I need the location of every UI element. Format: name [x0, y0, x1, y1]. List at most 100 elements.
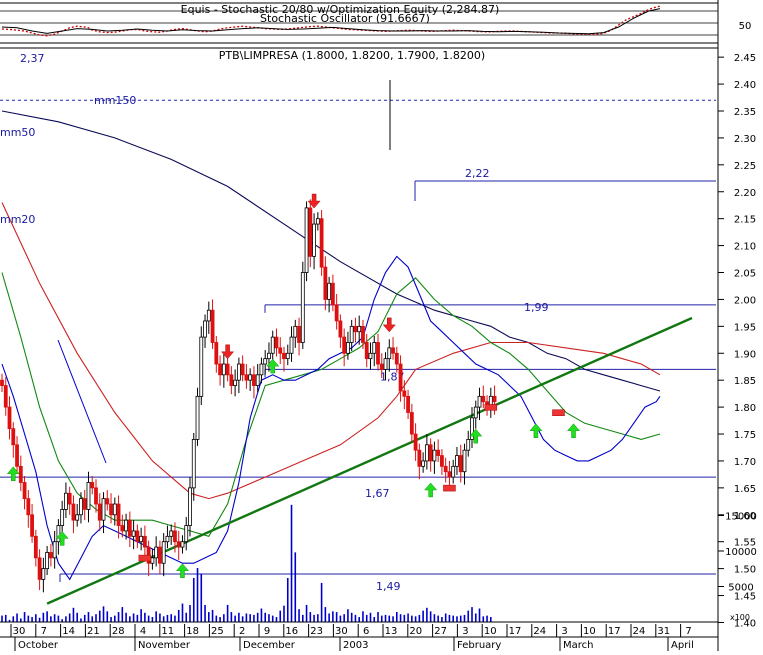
candle-body-120: [451, 465, 456, 478]
candle-body-18: [67, 492, 72, 505]
candle-body-52: [195, 395, 200, 440]
candle-body-119: [447, 471, 452, 478]
candle-body-21: [79, 498, 83, 516]
date-label-3: 21: [87, 626, 100, 637]
candle-body-72: [270, 336, 275, 354]
ma-label-mm150: mm150: [94, 94, 136, 107]
candle-body-101: [379, 363, 384, 370]
candle-body-28: [105, 498, 110, 505]
candle-body-8: [30, 514, 34, 537]
price-tick-label-2: 2.35: [734, 107, 756, 118]
chart-root: 50 Equis - Stochastic 20/80 w/Optimizati…: [0, 0, 763, 651]
candle-body-12: [45, 552, 50, 570]
volume-tick-label-2: 5000: [728, 583, 753, 594]
price-tick-label-1: 2.40: [734, 80, 756, 91]
candle-body-113: [424, 444, 429, 462]
candle-body-109: [409, 412, 414, 435]
month-label-0: October: [18, 640, 59, 651]
candle-body-88: [330, 282, 335, 306]
candle-body-58: [218, 363, 222, 376]
candle-body-50: [188, 487, 192, 526]
price-tick-label-8: 2.05: [734, 269, 756, 280]
candle-body-118: [443, 465, 448, 473]
candle-body-122: [458, 455, 463, 473]
candle-body-40: [150, 557, 155, 564]
support-label-0: 2,37: [20, 52, 45, 65]
stoch-y-ticks: 50: [739, 21, 752, 32]
price-tick-label-10: 1.95: [734, 322, 756, 333]
volume-unit-label: x100: [730, 613, 750, 622]
candle-body-93: [349, 325, 354, 343]
candle-body-97: [364, 342, 369, 360]
candle-body-20: [75, 514, 80, 521]
candle-body-13: [48, 552, 53, 559]
candle-body-48: [180, 541, 185, 548]
price-tick-label-15: 1.70: [734, 457, 756, 468]
date-label-27: 7: [685, 626, 691, 637]
date-label-24: 17: [608, 626, 621, 637]
candle-body-4: [15, 444, 19, 467]
candle-body-128: [481, 395, 486, 403]
date-label-16: 20: [409, 626, 422, 637]
candle-body-89: [334, 304, 339, 322]
price-tick-label-4: 2.25: [734, 161, 756, 172]
candle-body-2: [7, 406, 12, 430]
candle-body-126: [473, 406, 478, 419]
candle-body-114: [428, 444, 433, 462]
candle-body-84: [315, 218, 320, 225]
date-label-8: 25: [211, 626, 224, 637]
candle-body-106: [398, 363, 403, 392]
candle-body-49: [184, 525, 189, 543]
support-label-1: 2,22: [465, 167, 490, 180]
candle-body-131: [492, 395, 497, 403]
candle-body-82: [308, 207, 313, 257]
candle-body-55: [206, 309, 211, 322]
candle-body-90: [338, 320, 343, 338]
month-label-1: November: [138, 640, 191, 651]
candle-body-73: [274, 336, 279, 349]
candle-body-77: [289, 336, 294, 354]
candle-body-41: [154, 546, 159, 559]
stoch-subtitle: Stochastic Oscillator (91.6667): [260, 12, 430, 25]
event-mark-1: [443, 484, 456, 492]
date-label-12: 23: [310, 626, 323, 637]
candle-body-115: [432, 449, 437, 462]
candle-body-64: [240, 363, 245, 376]
candle-body-60: [225, 363, 230, 376]
candle-body-24: [90, 482, 95, 489]
candle-body-15: [56, 525, 61, 543]
candle-body-105: [394, 352, 399, 365]
event-mark-2: [484, 404, 498, 411]
date-label-17: 27: [434, 626, 447, 637]
price-tick-label-3: 2.30: [734, 134, 756, 145]
candle-body-85: [319, 218, 324, 268]
price-tick-label-13: 1.80: [734, 403, 756, 414]
candle-body-96: [361, 325, 365, 343]
month-label-3: 2003: [343, 640, 368, 651]
candle-body-102: [383, 358, 388, 370]
support-label-5: 1,49: [376, 580, 401, 593]
candle-body-57: [214, 342, 219, 365]
price-tick-label-19: 1.50: [734, 565, 756, 576]
candle-body-45: [169, 530, 174, 537]
candle-body-54: [203, 320, 207, 338]
candle-body-31: [116, 503, 121, 526]
price-chart: 50 Equis - Stochastic 20/80 w/Optimizati…: [0, 0, 763, 651]
candle-body-9: [33, 535, 38, 559]
candle-body-110: [413, 433, 418, 451]
candle-body-3: [11, 428, 16, 446]
candle-body-67: [252, 374, 256, 386]
candle-body-91: [342, 336, 347, 354]
candle-body-92: [346, 342, 350, 354]
support-label-4: 1,67: [365, 487, 390, 500]
support-label-2: 1,99: [524, 301, 549, 314]
candle-body-10: [37, 557, 42, 580]
candle-body-95: [357, 325, 362, 333]
candle-body-1: [3, 385, 8, 408]
candle-body-51: [191, 439, 196, 489]
candle-body-23: [86, 482, 91, 510]
candle-body-37: [139, 535, 144, 543]
candle-body-16: [60, 509, 65, 526]
date-label-25: 24: [633, 626, 646, 637]
event-mark-3: [552, 409, 565, 416]
